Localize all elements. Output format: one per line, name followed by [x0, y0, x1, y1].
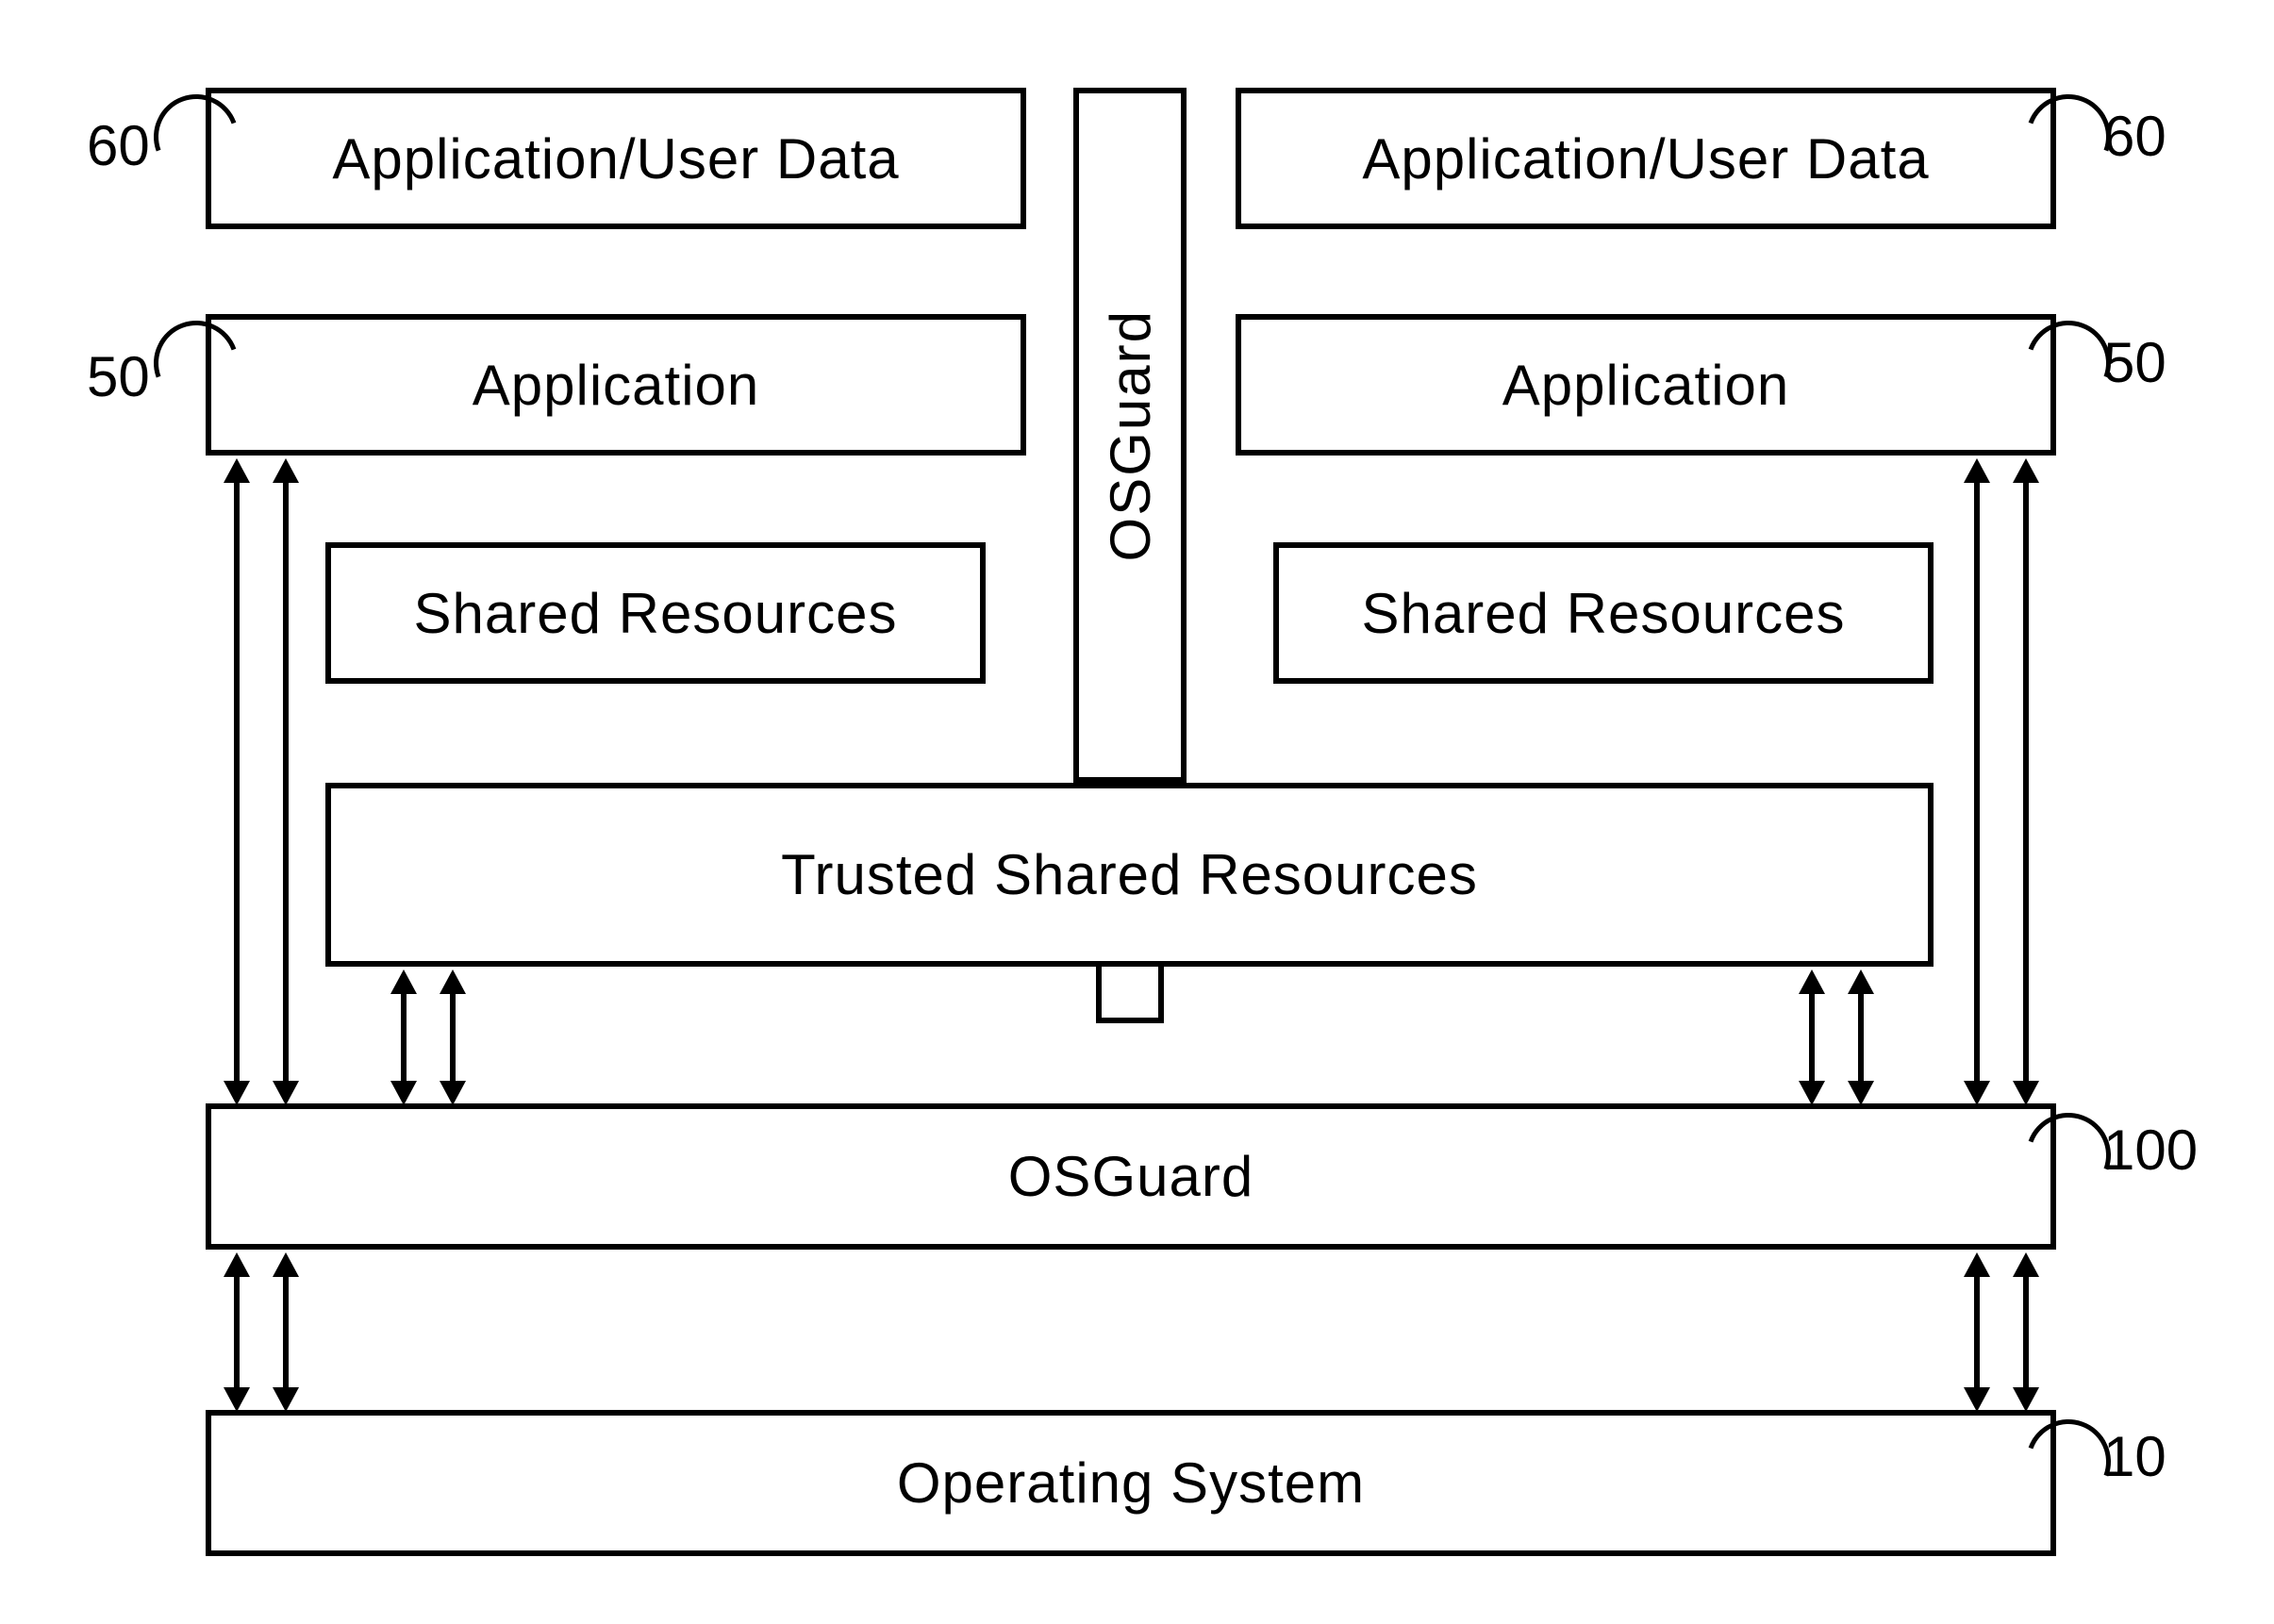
osguard-stub	[1096, 967, 1164, 1023]
shared-resources-right: Shared Resources	[1273, 542, 1934, 684]
operating-system-label: Operating System	[897, 1450, 1365, 1516]
trusted-shared-resources-label: Trusted Shared Resources	[781, 842, 1478, 907]
arrow-head-down	[2013, 1081, 2039, 1105]
arrow-line	[2023, 467, 2029, 1092]
app-user-data-right-label: Application/User Data	[1362, 126, 1929, 191]
arrow-line	[234, 1262, 240, 1399]
operating-system: Operating System	[206, 1410, 2056, 1556]
arrow-head-up	[1848, 969, 1874, 994]
app-user-data-right: Application/User Data	[1236, 88, 2056, 229]
arrow-head-down	[390, 1081, 417, 1105]
arrow-head-down	[2013, 1387, 2039, 1412]
arrow-line	[1809, 981, 1815, 1092]
arrow-head-down	[1799, 1081, 1825, 1105]
arrow-line	[450, 981, 456, 1092]
arrow-head-down	[273, 1081, 299, 1105]
diagram-canvas: Application/User Data Application/User D…	[0, 0, 2274, 1624]
osguard-vertical-label: OSGuard	[1098, 309, 1163, 561]
arrow-head-up	[1964, 458, 1990, 483]
trusted-shared-resources: Trusted Shared Resources	[325, 783, 1934, 967]
application-right: Application	[1236, 314, 2056, 456]
arrow-head-up	[1964, 1252, 1990, 1277]
arrow-line	[2023, 1262, 2029, 1399]
ref-60-right: 60	[2103, 104, 2166, 169]
arrow-head-up	[224, 458, 250, 483]
arrow-line	[1858, 981, 1864, 1092]
arrow-line	[401, 981, 407, 1092]
ref-50-right: 50	[2103, 330, 2166, 395]
ref-50-left: 50	[87, 344, 150, 409]
ref-100: 100	[2103, 1118, 2198, 1183]
arrow-head-up	[2013, 458, 2039, 483]
ref-10: 10	[2103, 1424, 2166, 1489]
shared-resources-right-label: Shared Resources	[1362, 581, 1846, 646]
arrow-head-up	[390, 969, 417, 994]
arrow-line	[283, 467, 289, 1092]
arrow-head-up	[273, 458, 299, 483]
app-user-data-left: Application/User Data	[206, 88, 1026, 229]
arrow-line	[283, 1262, 289, 1399]
app-user-data-left-label: Application/User Data	[332, 126, 899, 191]
osguard-horizontal-label: OSGuard	[1008, 1144, 1253, 1209]
application-right-label: Application	[1502, 353, 1790, 418]
arrow-head-up	[1799, 969, 1825, 994]
shared-resources-left-label: Shared Resources	[414, 581, 898, 646]
application-left: Application	[206, 314, 1026, 456]
arrow-head-down	[224, 1387, 250, 1412]
arrow-head-up	[440, 969, 466, 994]
application-left-label: Application	[473, 353, 760, 418]
arrow-line	[1974, 467, 1980, 1092]
arrow-head-down	[1964, 1387, 1990, 1412]
ref-60-left: 60	[87, 113, 150, 178]
osguard-vertical: OSGuard	[1073, 88, 1187, 783]
osguard-horizontal: OSGuard	[206, 1103, 2056, 1250]
arrow-head-down	[224, 1081, 250, 1105]
arrow-line	[234, 467, 240, 1092]
arrow-head-down	[440, 1081, 466, 1105]
shared-resources-left: Shared Resources	[325, 542, 986, 684]
arrow-head-down	[1848, 1081, 1874, 1105]
arrow-head-up	[224, 1252, 250, 1277]
arrow-line	[1974, 1262, 1980, 1399]
arrow-head-down	[273, 1387, 299, 1412]
arrow-head-up	[2013, 1252, 2039, 1277]
arrow-head-down	[1964, 1081, 1990, 1105]
arrow-head-up	[273, 1252, 299, 1277]
